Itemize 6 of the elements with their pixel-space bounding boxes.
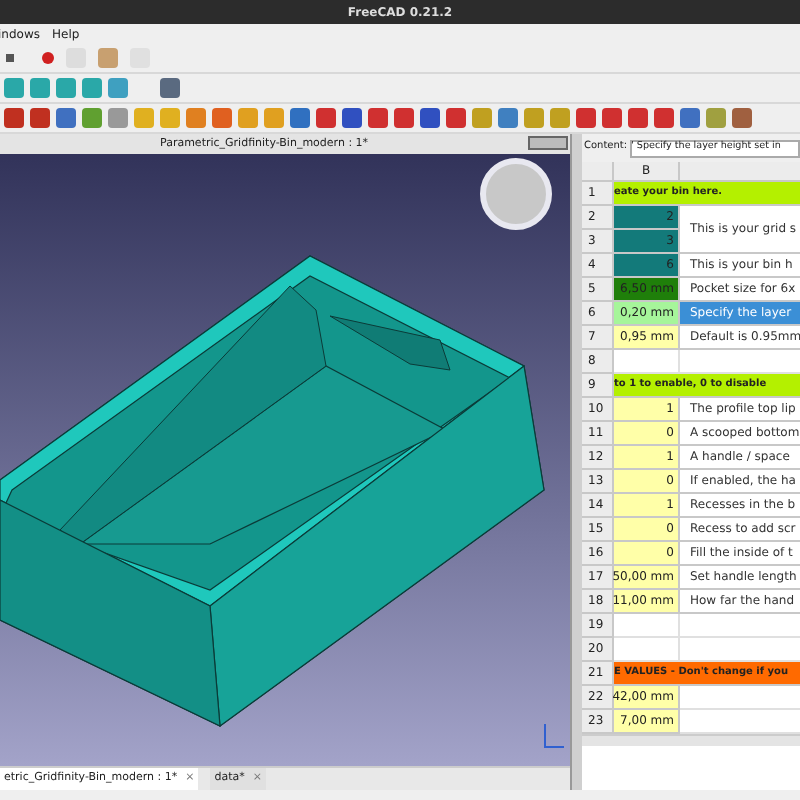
table-cell (614, 638, 680, 662)
axis-icon (544, 724, 564, 748)
table-cell (614, 614, 680, 638)
window-controls-icon[interactable] (528, 136, 568, 150)
table-cell (614, 350, 680, 374)
record-icon[interactable] (42, 52, 54, 64)
